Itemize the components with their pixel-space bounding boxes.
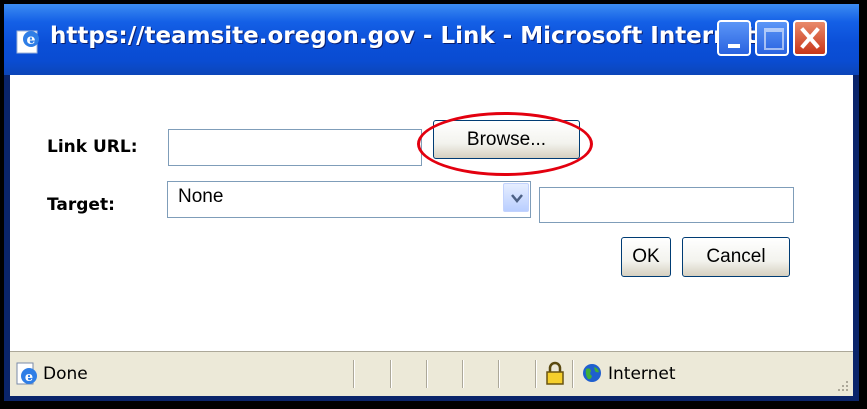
target-dropdown-button[interactable]	[503, 183, 529, 212]
status-divider	[353, 360, 354, 388]
title-bar[interactable]: e https://teamsite.oregon.gov - Link - M…	[4, 4, 859, 75]
status-divider	[498, 360, 499, 388]
maximize-icon	[764, 28, 784, 50]
link-url-input[interactable]	[168, 129, 422, 166]
status-divider	[426, 360, 427, 388]
svg-text:e: e	[27, 32, 36, 48]
page-done-icon: e	[16, 362, 37, 385]
maximize-button[interactable]	[755, 20, 789, 56]
target-select[interactable]: None	[167, 181, 531, 218]
status-text: Done	[43, 364, 88, 384]
dialog-window: e https://teamsite.oregon.gov - Link - M…	[4, 4, 859, 401]
dialog-body: Link URL: Browse... Target: None OK Canc…	[10, 75, 853, 351]
window-title: https://teamsite.oregon.gov - Link - Mic…	[50, 23, 791, 49]
link-url-label: Link URL:	[47, 137, 138, 157]
close-button[interactable]	[793, 20, 827, 56]
status-divider	[535, 360, 536, 388]
internet-explorer-icon: e	[16, 30, 39, 54]
svg-text:e: e	[25, 370, 33, 385]
target-label: Target:	[47, 195, 115, 215]
status-divider	[390, 360, 391, 388]
resize-grip-icon[interactable]	[835, 378, 849, 392]
status-divider	[572, 360, 573, 388]
globe-icon	[583, 364, 601, 382]
target-frame-input[interactable]	[539, 187, 794, 223]
target-selected-value: None	[178, 186, 224, 207]
minimize-icon	[728, 44, 740, 48]
status-bar: e Done Internet	[10, 351, 853, 396]
highlight-circle	[417, 112, 593, 176]
ok-button[interactable]: OK	[621, 237, 671, 277]
close-icon	[800, 27, 820, 49]
chevron-down-icon	[511, 194, 523, 203]
minimize-button[interactable]	[717, 20, 751, 56]
zone-text: Internet	[608, 364, 676, 384]
lock-icon	[546, 361, 564, 385]
cancel-button[interactable]: Cancel	[682, 237, 790, 277]
status-divider	[462, 360, 463, 388]
